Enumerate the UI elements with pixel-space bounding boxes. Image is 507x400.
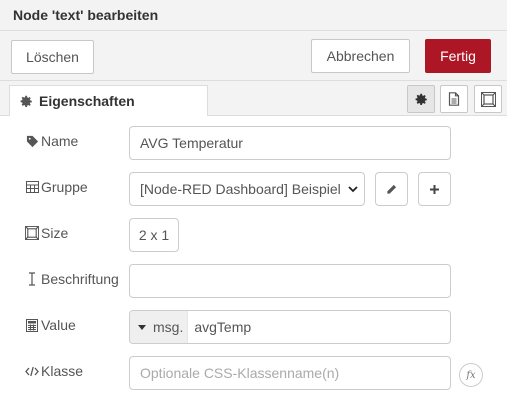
tray-toolbar: Löschen Abbrechen Fertig xyxy=(0,31,507,81)
name-label-text: Name xyxy=(41,133,79,149)
caret-down-icon xyxy=(138,324,146,330)
size-label-text: Size xyxy=(41,225,69,241)
value-label: Value xyxy=(25,317,76,333)
tab-bar: Eigenschaften xyxy=(0,81,507,117)
caption-field[interactable] xyxy=(129,264,451,298)
frame-icon xyxy=(480,91,496,107)
cancel-button[interactable]: Abbrechen xyxy=(311,39,410,73)
description-tab-button[interactable] xyxy=(440,85,468,113)
appearance-tab-button[interactable] xyxy=(474,85,502,113)
group-select[interactable]: [Node-RED Dashboard] Beispiel xyxy=(129,172,365,206)
done-button[interactable]: Fertig xyxy=(425,39,491,73)
class-field[interactable]: Optionale CSS-Klassenname(n) xyxy=(129,356,451,390)
pencil-icon xyxy=(386,184,397,195)
type-selector[interactable]: msg. xyxy=(130,311,189,343)
value-typed-input[interactable]: msg. avgTemp xyxy=(129,310,451,344)
code-icon xyxy=(25,366,39,377)
add-group-button[interactable] xyxy=(418,172,451,206)
plus-icon xyxy=(429,184,440,195)
properties-tab-button[interactable] xyxy=(407,85,435,113)
name-label: Name xyxy=(25,133,78,149)
value-field-text: avgTemp xyxy=(194,319,252,335)
tab-properties[interactable]: Eigenschaften xyxy=(9,85,208,117)
fx-button[interactable]: fx xyxy=(459,363,483,387)
type-selector-label: msg. xyxy=(153,319,184,335)
group-label: Gruppe xyxy=(25,179,88,195)
delete-button[interactable]: Löschen xyxy=(11,40,94,74)
size-button[interactable]: 2 x 1 xyxy=(129,218,179,252)
page-title: Node 'text' bearbeiten xyxy=(13,7,159,23)
caption-label: Beschriftung xyxy=(25,271,119,287)
gear-icon xyxy=(415,93,428,106)
value-label-text: Value xyxy=(41,317,76,333)
group-select-value: [Node-RED Dashboard] Beispiel xyxy=(140,181,341,197)
class-label-text: Klasse xyxy=(41,363,84,379)
calculator-icon xyxy=(25,318,39,332)
resize-icon xyxy=(25,226,39,240)
table-icon xyxy=(25,181,39,193)
group-label-text: Gruppe xyxy=(41,179,88,195)
edit-group-button[interactable] xyxy=(375,172,408,206)
name-field[interactable]: AVG Temperatur xyxy=(129,126,451,160)
tray-header: Node 'text' bearbeiten xyxy=(0,0,507,31)
chevron-down-icon xyxy=(348,185,358,193)
caption-label-text: Beschriftung xyxy=(41,271,119,287)
text-cursor-icon xyxy=(25,272,39,286)
gear-icon xyxy=(20,95,33,108)
tab-properties-label: Eigenschaften xyxy=(39,93,135,109)
class-label: Klasse xyxy=(25,363,83,379)
size-label: Size xyxy=(25,225,68,241)
tag-icon xyxy=(25,135,39,148)
document-icon xyxy=(448,92,460,106)
